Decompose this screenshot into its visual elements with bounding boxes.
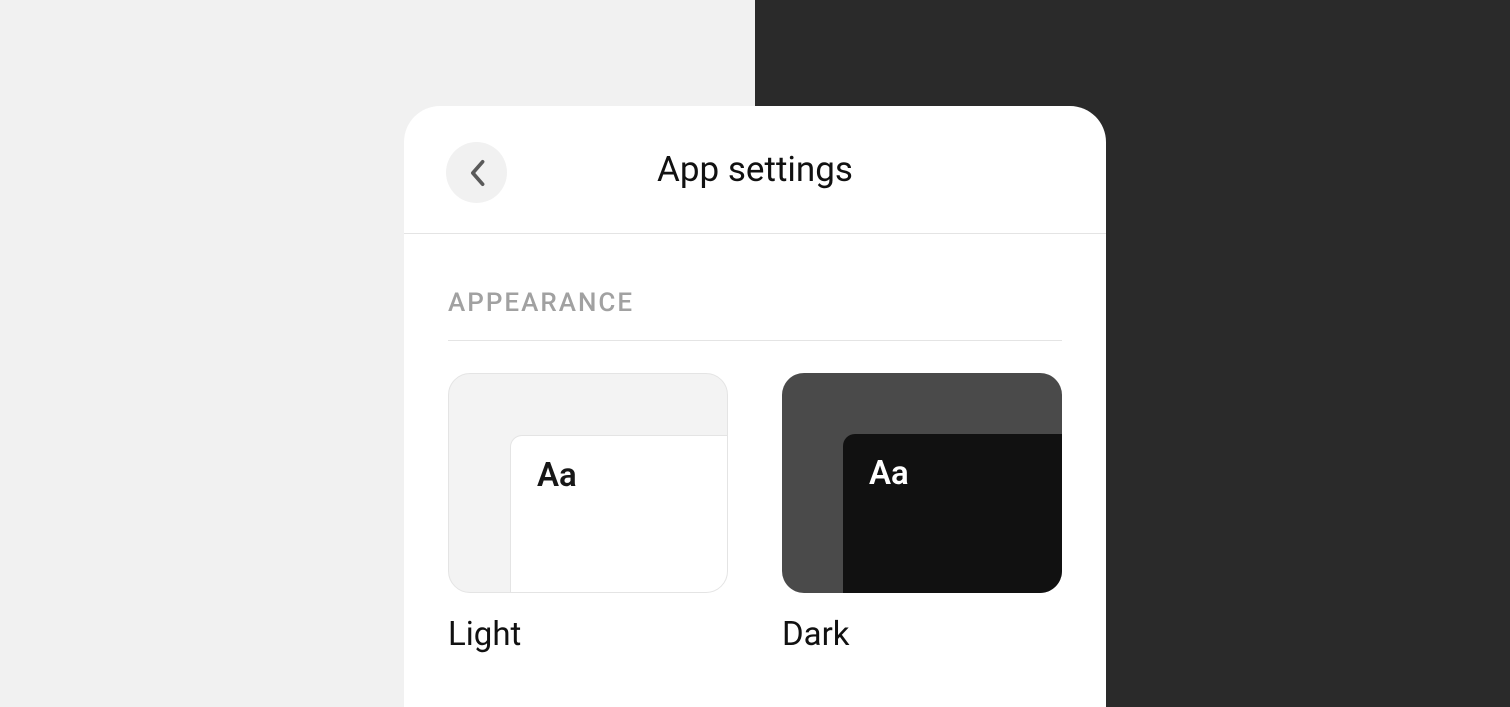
theme-options: Aa Light Aa Dark [448,373,1062,654]
theme-option-light[interactable]: Aa Light [448,373,728,654]
page-title: App settings [657,149,853,190]
theme-preview-light-sample: Aa [510,435,727,592]
header: App settings [404,106,1106,234]
theme-preview-light: Aa [448,373,728,593]
content: APPEARANCE Aa Light Aa Dark [404,234,1106,654]
section-label-appearance: APPEARANCE [448,288,1062,341]
settings-card: App settings APPEARANCE Aa Light Aa Dark [404,106,1106,707]
theme-label-light: Light [448,615,728,654]
theme-label-dark: Dark [782,615,1062,654]
back-button[interactable] [446,142,507,203]
theme-preview-dark: Aa [782,373,1062,593]
theme-option-dark[interactable]: Aa Dark [782,373,1062,654]
theme-preview-dark-sample: Aa [843,434,1062,593]
chevron-left-icon [467,159,487,187]
